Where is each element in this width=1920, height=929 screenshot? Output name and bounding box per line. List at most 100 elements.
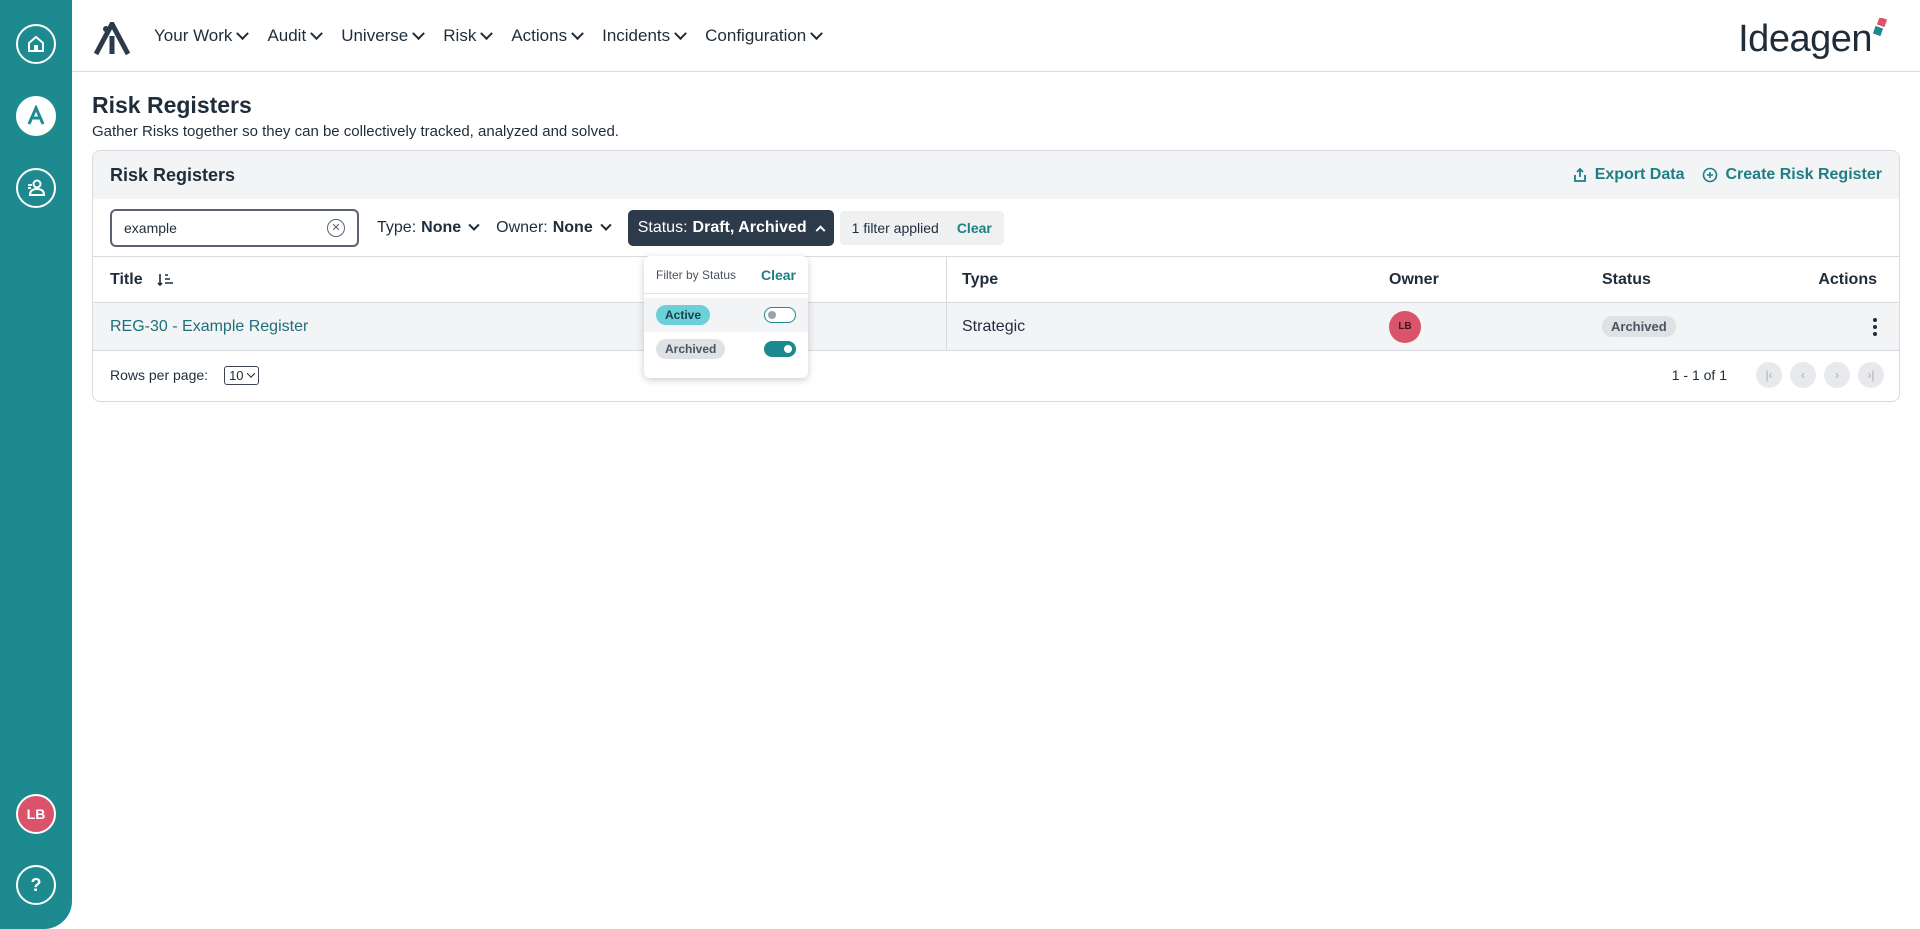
owner-filter-label: Owner:: [496, 218, 548, 236]
pagination-range: 1 - 1 of 1: [1671, 367, 1727, 383]
owner-filter-dropdown[interactable]: Owner: None: [496, 218, 612, 237]
filters-applied-text: 1 filter applied: [851, 219, 939, 236]
status-column-header: Status: [1602, 270, 1651, 288]
chevron-down-icon: [412, 26, 426, 40]
help-icon[interactable]: ?: [16, 865, 56, 905]
export-icon: [1573, 167, 1586, 182]
row-actions-menu-icon[interactable]: [1873, 317, 1877, 336]
brand-mark-icon: [1872, 18, 1888, 37]
brand-logo: Ideagen: [1738, 18, 1890, 61]
nav-risk[interactable]: Risk: [443, 26, 494, 46]
clear-filters-button[interactable]: Clear: [957, 220, 992, 236]
owner-column-header: Owner: [1389, 270, 1439, 288]
export-data-button[interactable]: Export Data: [1572, 166, 1685, 184]
chevron-down-icon: [236, 26, 250, 40]
export-label: Export Data: [1594, 166, 1685, 183]
type-filter-label: Type:: [377, 218, 417, 236]
page-subtitle: Gather Risks together so they can be col…: [92, 123, 619, 140]
filters-applied-indicator: 1 filter applied Clear: [839, 210, 1004, 245]
chevron-down-icon: [810, 26, 824, 40]
nav-your-work[interactable]: Your Work: [154, 26, 250, 46]
column-divider: [946, 303, 947, 350]
chevron-down-icon: [310, 26, 324, 40]
nav-universe[interactable]: Universe: [341, 26, 426, 46]
create-label: Create Risk Register: [1725, 166, 1882, 183]
main-nav: Your Work Audit Universe Risk Actions In…: [154, 0, 841, 72]
nav-label: Incidents: [602, 26, 671, 45]
register-title-link[interactable]: REG-30 - Example Register: [110, 318, 308, 336]
nav-configuration[interactable]: Configuration: [705, 26, 824, 46]
risk-registers-card: Risk Registers Export Data Create Risk R…: [92, 150, 1900, 402]
actions-column-header: Actions: [1818, 270, 1877, 288]
filter-bar: example ✕ Type: None Owner: None Status: Dr…: [93, 199, 1899, 257]
column-divider: [946, 257, 947, 302]
last-page-icon[interactable]: ›|: [1858, 362, 1884, 388]
owner-filter-value: None: [552, 218, 593, 236]
nav-label: Audit: [267, 26, 307, 45]
status-chip-archived: Archived: [656, 339, 726, 359]
previous-page-icon[interactable]: ‹: [1790, 362, 1816, 388]
audit-app-icon[interactable]: [16, 96, 56, 136]
card-actions: Export Data Create Risk Register: [1572, 166, 1882, 184]
nav-label: Universe: [341, 26, 409, 45]
chevron-down-icon: [468, 219, 480, 231]
create-risk-register-button[interactable]: Create Risk Register: [1702, 166, 1882, 184]
sort-icon[interactable]: [157, 272, 175, 288]
table-header: Title Type Owner Status Actions: [93, 257, 1899, 303]
status-filter-label: Status:: [637, 218, 688, 236]
status-option-active[interactable]: Active: [644, 298, 808, 332]
status-option-archived[interactable]: Archived: [644, 332, 808, 366]
chevron-down-icon: [246, 369, 255, 378]
app-rail: LB ?: [0, 0, 72, 929]
type-column-header: Type: [962, 270, 999, 288]
nav-label: Configuration: [705, 26, 807, 45]
rows-per-page-label: Rows per page:: [110, 367, 209, 383]
table-footer: Rows per page: 10 1 - 1 of 1 |‹ ‹ › ›|: [93, 351, 1899, 399]
type-filter-value: None: [421, 218, 462, 236]
active-toggle[interactable]: [764, 307, 796, 323]
nav-audit[interactable]: Audit: [267, 26, 324, 46]
owner-avatar[interactable]: LB: [1389, 310, 1421, 343]
nav-label: Risk: [443, 26, 477, 45]
nav-actions[interactable]: Actions: [511, 26, 584, 46]
app-logo-icon[interactable]: [93, 18, 131, 61]
nav-incidents[interactable]: Incidents: [602, 26, 688, 46]
table-row[interactable]: REG-30 - Example Register Strategic LB A…: [93, 303, 1899, 351]
card-title: Risk Registers: [110, 164, 236, 185]
rows-per-page-value: 10: [229, 367, 244, 383]
type-filter-dropdown[interactable]: Type: None: [377, 218, 480, 237]
page-title: Risk Registers: [92, 92, 252, 118]
status-chip-active: Active: [656, 305, 711, 325]
chevron-up-icon: [815, 225, 826, 236]
nav-label: Your Work: [154, 26, 233, 45]
next-page-icon[interactable]: ›: [1824, 362, 1850, 388]
pagination-controls: |‹ ‹ › ›|: [1756, 362, 1884, 388]
status-badge: Archived: [1602, 315, 1676, 337]
register-type: Strategic: [962, 317, 1026, 335]
chevron-down-icon: [571, 26, 584, 40]
first-page-icon[interactable]: |‹: [1756, 362, 1782, 388]
status-filter-value: Draft, Archived: [692, 218, 807, 236]
chevron-down-icon: [600, 219, 612, 231]
nav-label: Actions: [511, 26, 568, 45]
title-column-header[interactable]: Title: [110, 271, 175, 289]
title-header-label: Title: [110, 270, 143, 288]
search-value: example: [124, 219, 177, 236]
add-circle-icon: [1703, 167, 1718, 183]
card-header: Risk Registers Export Data Create Risk R…: [93, 151, 1899, 199]
brand-text: Ideagen: [1738, 18, 1872, 60]
popover-clear-button[interactable]: Clear: [761, 267, 796, 283]
top-bar: Your Work Audit Universe Risk Actions In…: [72, 0, 1920, 72]
chevron-down-icon: [674, 26, 688, 40]
user-avatar[interactable]: LB: [16, 794, 56, 834]
user-admin-icon[interactable]: [16, 168, 56, 208]
search-input[interactable]: example ✕: [110, 208, 359, 247]
rows-per-page-select[interactable]: 10: [224, 365, 259, 385]
archived-toggle[interactable]: [764, 341, 796, 357]
popover-header: Filter by Status Clear: [644, 256, 808, 294]
popover-heading: Filter by Status: [656, 267, 737, 282]
home-icon[interactable]: [16, 24, 56, 64]
clear-search-icon[interactable]: ✕: [327, 218, 345, 237]
status-filter-dropdown[interactable]: Status: Draft, Archived: [627, 209, 834, 246]
status-filter-popover: Filter by Status Clear Active Archived: [644, 256, 808, 378]
